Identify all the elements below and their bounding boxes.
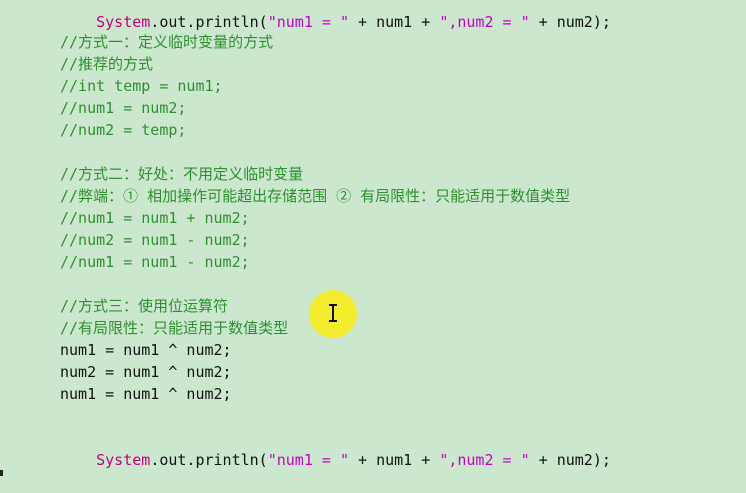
expression-token: + num1 + <box>349 13 440 31</box>
string-literal-token: "num1 = " <box>267 13 349 31</box>
class-name-token: System <box>96 13 151 31</box>
class-name-token: System <box>96 451 151 469</box>
code-comment-line[interactable]: //int temp = num1; <box>60 75 223 97</box>
code-comment-line[interactable]: //弊端：① 相加操作可能超出存储范围 ② 有局限性：只能适用于数值类型 <box>60 185 570 207</box>
code-line-println-bottom[interactable]: System.out.println("num1 = " + num1 + ",… <box>60 427 611 469</box>
code-comment-line[interactable]: //方式二：好处：不用定义临时变量 <box>60 163 303 185</box>
code-statement-line[interactable]: num1 = num1 ^ num2; <box>60 339 232 361</box>
code-comment-line[interactable]: //方式三：使用位运算符 <box>60 295 228 317</box>
expression-token: + num2); <box>529 451 611 469</box>
code-editor[interactable]: System.out.println("num1 = " + num1 + ",… <box>0 0 746 476</box>
code-statement-line[interactable]: num2 = num1 ^ num2; <box>60 361 232 383</box>
code-comment-line[interactable]: //num1 = num1 + num2; <box>60 207 250 229</box>
expression-token: + num2); <box>529 13 611 31</box>
i-beam-cursor-icon <box>329 304 337 322</box>
code-line-println-top[interactable]: System.out.println("num1 = " + num1 + ",… <box>60 0 611 31</box>
string-literal-token: ",num2 = " <box>439 13 530 31</box>
code-comment-line[interactable]: //方式一：定义临时变量的方式 <box>60 31 273 53</box>
code-comment-line[interactable]: //推荐的方式 <box>60 53 153 75</box>
i-beam-bar <box>332 305 334 321</box>
method-call-token: .out.println( <box>150 13 268 31</box>
code-comment-line[interactable]: //num2 = num1 - num2; <box>60 229 250 251</box>
expression-token: + num1 + <box>349 451 440 469</box>
code-comment-line[interactable]: //num1 = num1 - num2; <box>60 251 250 273</box>
method-call-token: .out.println( <box>150 451 268 469</box>
code-comment-line[interactable]: //有局限性：只能适用于数值类型 <box>60 317 288 339</box>
code-comment-line[interactable]: //num1 = num2; <box>60 97 186 119</box>
string-literal-token: ",num2 = " <box>439 451 530 469</box>
i-beam-cap-bottom <box>329 320 337 322</box>
code-statement-line[interactable]: num1 = num1 ^ num2; <box>60 383 232 405</box>
string-literal-token: "num1 = " <box>267 451 349 469</box>
gutter-edge-mark <box>0 470 3 476</box>
code-comment-line[interactable]: //num2 = temp; <box>60 119 186 141</box>
